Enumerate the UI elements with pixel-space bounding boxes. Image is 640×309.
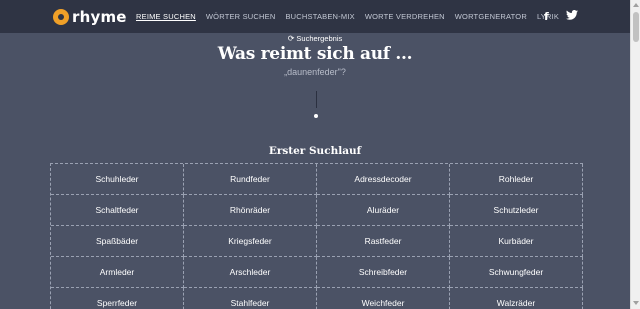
result-word[interactable]: Spaßbäder: [51, 226, 184, 257]
result-word[interactable]: Rastfeder: [317, 226, 450, 257]
result-word[interactable]: Adressdecoder: [317, 164, 450, 195]
nav-item-wortgenerator[interactable]: WORTGENERATOR: [455, 12, 527, 21]
nav-item-woerter-suchen[interactable]: WÖRTER SUCHEN: [206, 12, 276, 21]
result-word[interactable]: Kurbäder: [450, 226, 583, 257]
nav-item-buchstaben-mix[interactable]: BUCHSTABEN-MIX: [285, 12, 354, 21]
logo-mark-icon: [53, 9, 69, 25]
result-word[interactable]: Weichfeder: [317, 288, 450, 309]
nav-item-worte-verdrehen[interactable]: WORTE VERDREHEN: [365, 12, 445, 21]
result-word[interactable]: Schreibfeder: [317, 257, 450, 288]
result-word[interactable]: Schaltfeder: [51, 195, 184, 226]
result-badge-label: Suchergebnis: [296, 34, 343, 43]
result-word[interactable]: Kriegsfeder: [184, 226, 317, 257]
result-word[interactable]: Rohleder: [450, 164, 583, 195]
twitter-icon[interactable]: [566, 10, 578, 23]
result-word[interactable]: Schuhleder: [51, 164, 184, 195]
facebook-icon[interactable]: f: [544, 10, 549, 23]
brand-name: rhyme: [72, 8, 127, 26]
result-word[interactable]: Aluräder: [317, 195, 450, 226]
result-word[interactable]: Arschleder: [184, 257, 317, 288]
search-query: „daunenfeder"?: [284, 67, 346, 77]
scroll-down-arrow-icon[interactable]: [633, 301, 639, 305]
result-word[interactable]: Sperrfeder: [51, 288, 184, 309]
result-word[interactable]: Armleder: [51, 257, 184, 288]
scroll-up-arrow-icon[interactable]: [633, 3, 639, 7]
rhyme-results-grid: Schuhleder Rundfeder Adressdecoder Rohle…: [50, 163, 583, 309]
divider-line: [316, 91, 317, 108]
main-nav: REIME SUCHEN WÖRTER SUCHEN BUCHSTABEN-MI…: [136, 12, 569, 21]
result-word[interactable]: Schutzleder: [450, 195, 583, 226]
result-word[interactable]: Rhönräder: [184, 195, 317, 226]
result-word[interactable]: Walzräder: [450, 288, 583, 309]
result-word[interactable]: Rundfeder: [184, 164, 317, 195]
brand-logo[interactable]: rhyme: [53, 8, 127, 26]
vertical-scrollbar[interactable]: [630, 0, 640, 309]
page-title: Was reimt sich auf ...: [217, 44, 413, 64]
result-word[interactable]: Stahlfeder: [184, 288, 317, 309]
divider-dot: [314, 114, 318, 118]
search-result-badge: ⟳ Suchergebnis: [0, 34, 630, 43]
refresh-icon: ⟳: [287, 34, 295, 43]
top-navigation-bar: rhyme REIME SUCHEN WÖRTER SUCHEN BUCHSTA…: [0, 0, 630, 33]
section-title: Erster Suchlauf: [268, 145, 362, 157]
nav-item-reime-suchen[interactable]: REIME SUCHEN: [136, 12, 196, 21]
result-word[interactable]: Schwungfeder: [450, 257, 583, 288]
scroll-thumb[interactable]: [633, 12, 639, 42]
